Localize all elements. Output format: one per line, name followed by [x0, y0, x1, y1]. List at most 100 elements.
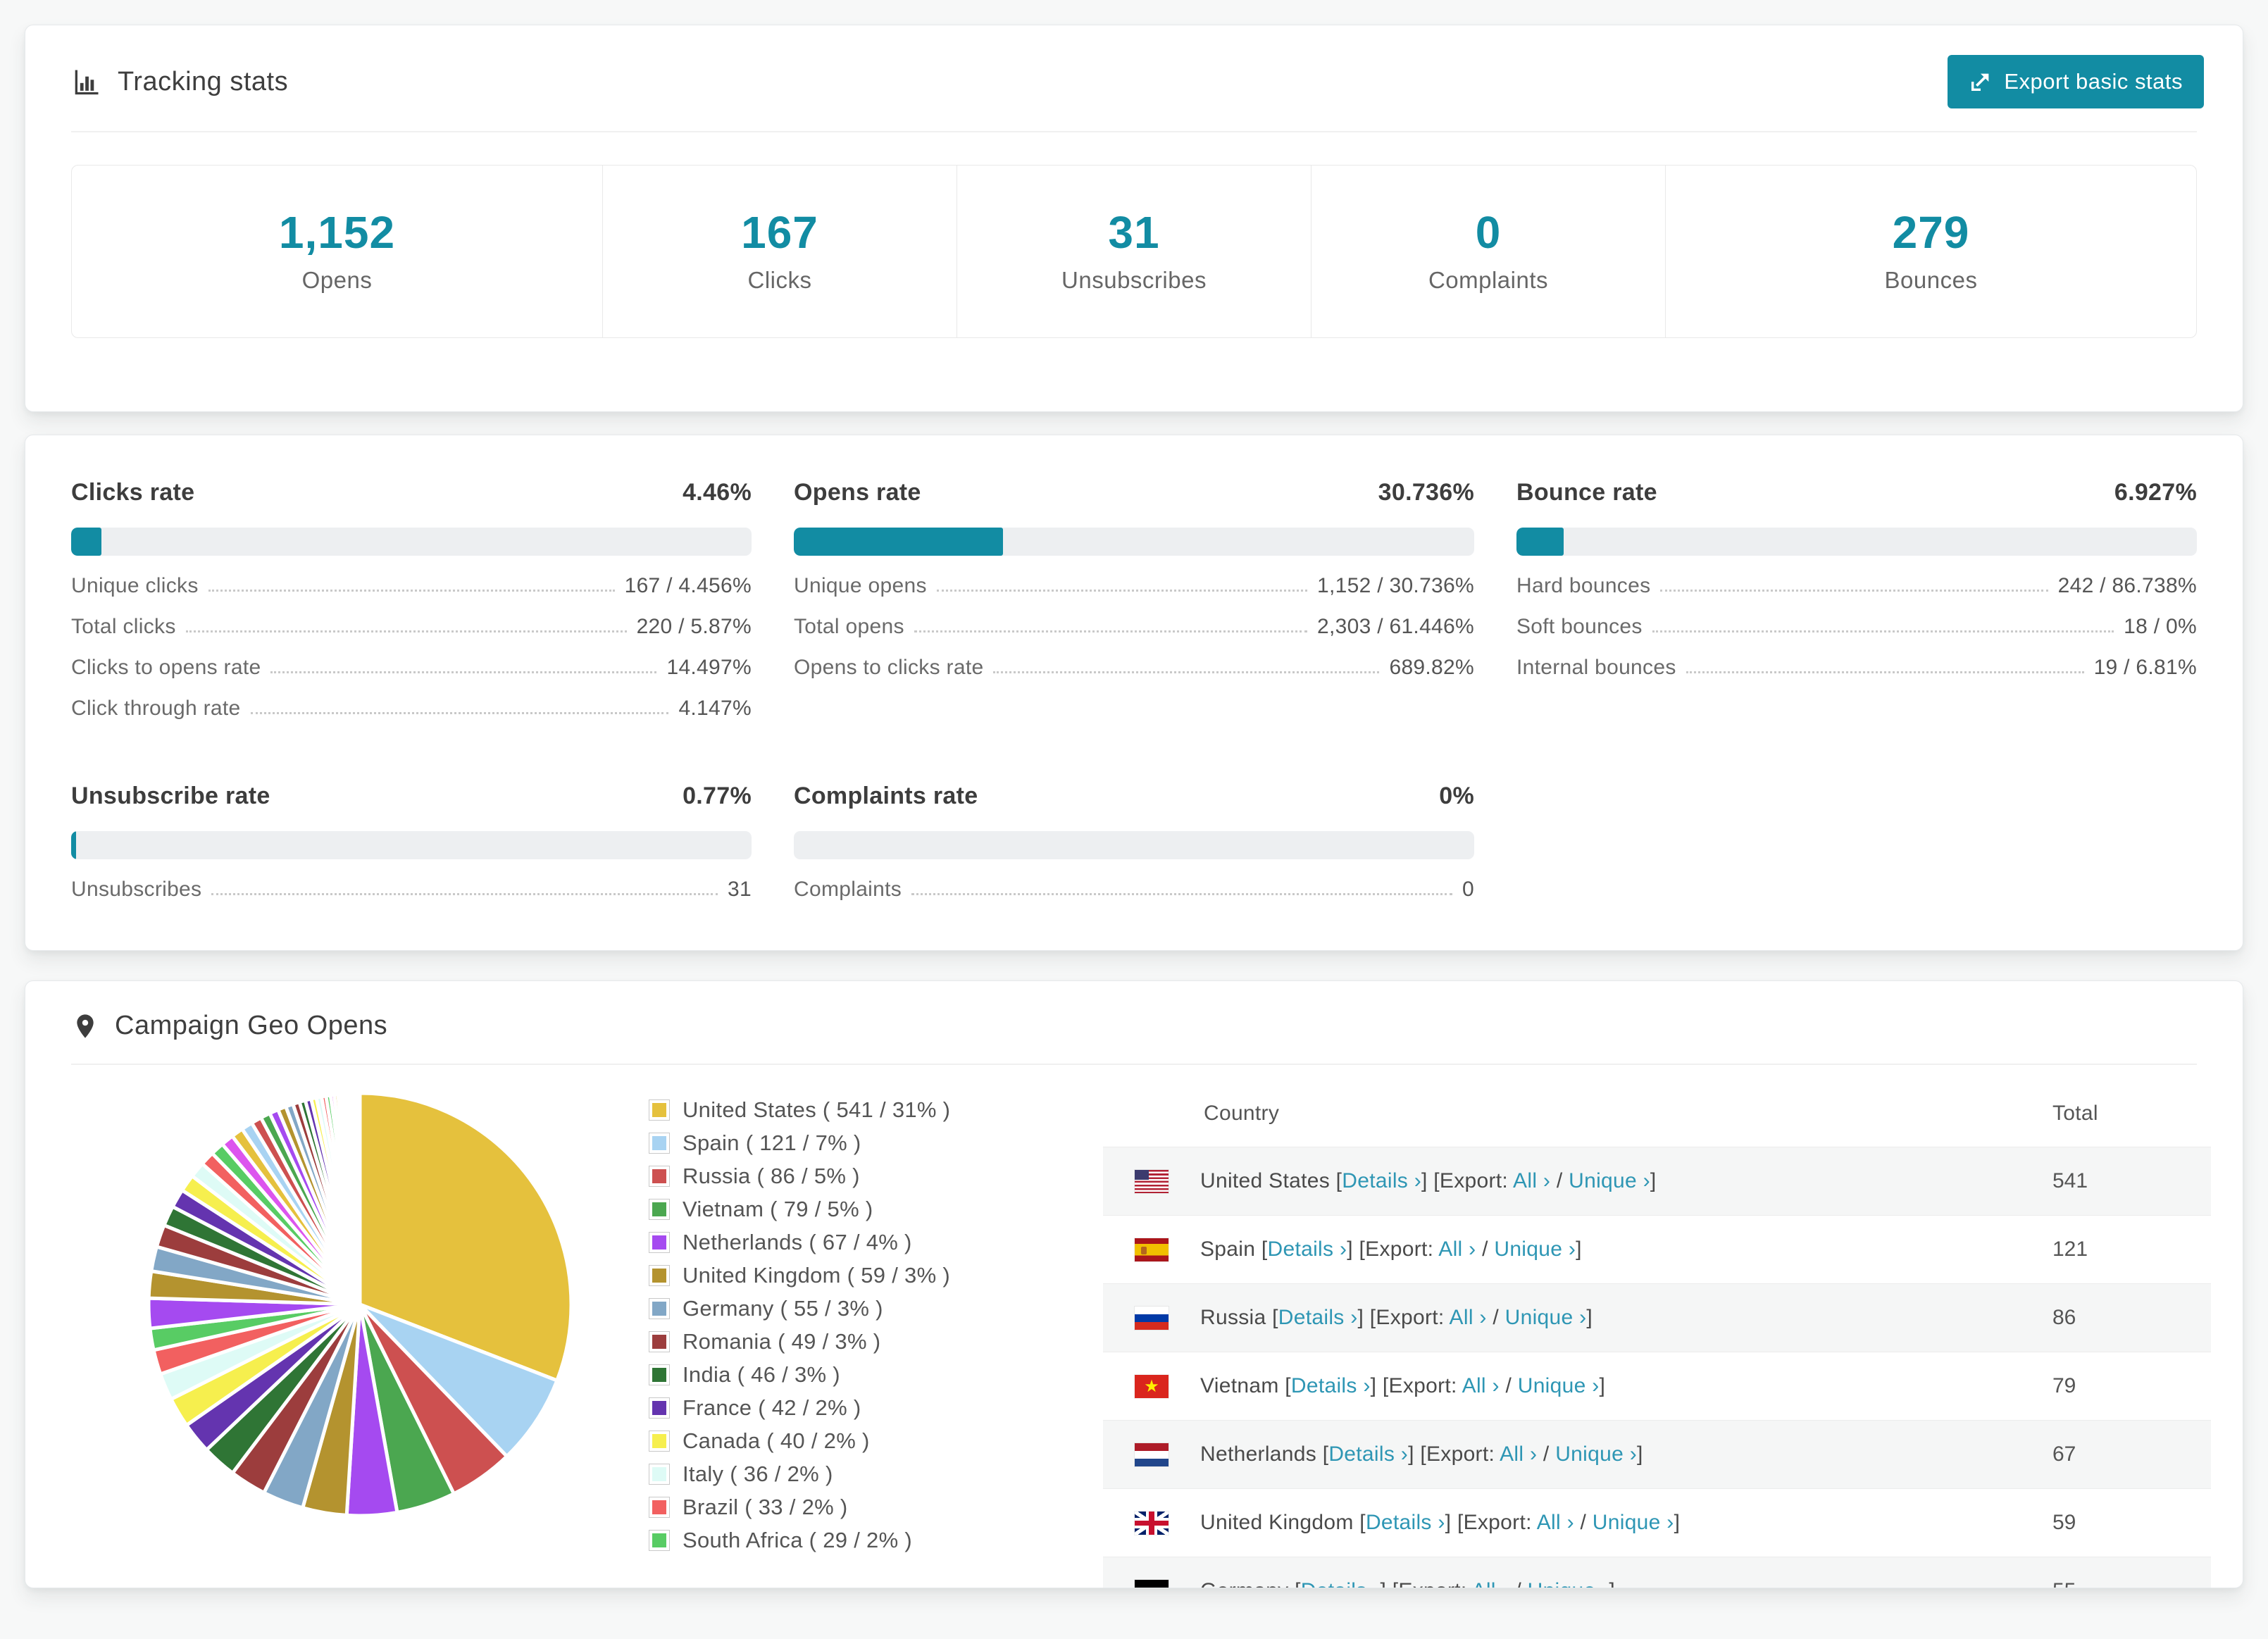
legend-label: India ( 46 / 3% ) [683, 1362, 840, 1387]
legend-swatch [649, 1199, 670, 1220]
export-all-link[interactable]: All › [1537, 1511, 1574, 1534]
legend-swatch [649, 1364, 670, 1385]
stat-box-opens: 1,152 Opens [72, 166, 602, 337]
stat-box-clicks: 167 Clicks [602, 166, 957, 337]
rate-header-bounce-rate: Bounce rate 6.927% [1516, 479, 2197, 506]
pie-slice-other-39[interactable] [357, 1091, 362, 1305]
us-flag-icon [1135, 1169, 1169, 1193]
legend-swatch [649, 1232, 670, 1253]
ru-flag-icon [1135, 1306, 1169, 1330]
details-link[interactable]: Details › [1366, 1511, 1445, 1534]
details-link[interactable]: Details › [1291, 1374, 1371, 1397]
country-name: United Kingdom [1200, 1511, 1360, 1534]
progress-track [71, 528, 752, 556]
country-cell: Germany [Details ›] [Export: All › / Uni… [1200, 1579, 2052, 1588]
export-unique-link[interactable]: Unique › [1593, 1511, 1674, 1534]
geo-table: Country Total United States [Details ›] … [1103, 1080, 2211, 1588]
rate-header-clicks-rate: Clicks rate 4.46% [71, 479, 752, 506]
rate-column-complaints-rate: Complaints rate 0% Complaints 0 [794, 783, 1474, 900]
legend-item[interactable]: Spain ( 121 / 7% ) [649, 1130, 1103, 1156]
legend-item[interactable]: Russia ( 86 / 5% ) [649, 1164, 1103, 1189]
stat-box-complaints: 0 Complaints [1311, 166, 1665, 337]
tracking-stats-title: Tracking stats [118, 66, 289, 96]
legend-item[interactable]: United States ( 541 / 31% ) [649, 1097, 1103, 1123]
country-cell: Netherlands [Details ›] [Export: All › /… [1200, 1442, 2052, 1466]
export-all-link[interactable]: All › [1472, 1579, 1509, 1588]
export-label: ] [Export: [1357, 1306, 1450, 1329]
slash-separator: / [1476, 1238, 1495, 1261]
progress-fill [794, 528, 1003, 556]
rate-detail-label: Unsubscribes [71, 878, 202, 901]
rate-detail-row: Click through rate 4.147% [71, 698, 752, 719]
progress-fill [71, 528, 102, 556]
rate-header-complaints-rate: Complaints rate 0% [794, 783, 1474, 810]
country-name: Spain [1200, 1238, 1261, 1261]
legend-item[interactable]: Vietnam ( 79 / 5% ) [649, 1197, 1103, 1222]
rate-value: 0.77% [683, 783, 752, 809]
legend-swatch [649, 1099, 670, 1121]
legend-swatch [649, 1166, 670, 1187]
export-unique-link[interactable]: Unique › [1518, 1374, 1600, 1397]
progress-track [794, 831, 1474, 859]
dotted-leader [208, 590, 615, 592]
dotted-leader [211, 893, 718, 895]
country-cell: Russia [Details ›] [Export: All › / Uniq… [1200, 1306, 2052, 1330]
table-row-es: Spain [Details ›] [Export: All › / Uniqu… [1103, 1215, 2211, 1283]
slash-separator: / [1486, 1306, 1505, 1329]
export-unique-link[interactable]: Unique › [1569, 1169, 1650, 1192]
stat-label: Complaints [1428, 267, 1549, 293]
legend-label: Germany ( 55 / 3% ) [683, 1296, 883, 1321]
legend-item[interactable]: Italy ( 36 / 2% ) [649, 1462, 1103, 1487]
rate-header-unsubscribe-rate: Unsubscribe rate 0.77% [71, 783, 752, 810]
legend-item[interactable]: Brazil ( 33 / 2% ) [649, 1495, 1103, 1520]
legend-item[interactable]: France ( 42 / 2% ) [649, 1395, 1103, 1421]
legend-item[interactable]: United Kingdom ( 59 / 3% ) [649, 1263, 1103, 1288]
legend-swatch [649, 1497, 670, 1518]
export-all-link[interactable]: All › [1500, 1442, 1537, 1466]
export-basic-stats-button[interactable]: Export basic stats [1948, 55, 2204, 108]
stat-box-bounces: 279 Bounces [1665, 166, 2196, 337]
map-pin-icon [71, 1012, 99, 1040]
export-unique-link[interactable]: Unique › [1494, 1238, 1576, 1261]
dotted-leader [1686, 671, 2084, 673]
legend-item[interactable]: Germany ( 55 / 3% ) [649, 1296, 1103, 1321]
export-all-link[interactable]: All › [1462, 1374, 1500, 1397]
details-link[interactable]: Details › [1301, 1579, 1381, 1588]
stat-label: Opens [301, 267, 373, 293]
rate-header-opens-rate: Opens rate 30.736% [794, 479, 1474, 506]
geo-opens-card: Campaign Geo Opens United States ( 541 /… [25, 980, 2243, 1588]
legend-swatch [649, 1298, 670, 1319]
details-link[interactable]: Details › [1268, 1238, 1347, 1261]
country-name: Vietnam [1200, 1374, 1285, 1397]
dotted-leader [270, 671, 657, 673]
export-all-link[interactable]: All › [1513, 1169, 1550, 1192]
legend-item[interactable]: India ( 46 / 3% ) [649, 1362, 1103, 1388]
export-all-link[interactable]: All › [1450, 1306, 1487, 1329]
legend-item[interactable]: Romania ( 49 / 3% ) [649, 1329, 1103, 1354]
progress-track [1516, 528, 2197, 556]
table-row-de: Germany [Details ›] [Export: All › / Uni… [1103, 1557, 2211, 1588]
rate-detail-value: 2,303 / 61.446% [1316, 615, 1474, 638]
export-unique-link[interactable]: Unique › [1555, 1442, 1637, 1466]
total-cell: 59 [2052, 1511, 2076, 1534]
export-all-link[interactable]: All › [1438, 1238, 1476, 1261]
stat-value: 31 [1108, 207, 1160, 258]
legend-label: Canada ( 40 / 2% ) [683, 1428, 870, 1453]
geo-pie-chart[interactable] [142, 1086, 578, 1526]
rate-detail-label: Clicks to opens rate [71, 656, 261, 679]
export-unique-link[interactable]: Unique › [1528, 1579, 1609, 1588]
stat-value: 279 [1892, 207, 1970, 258]
details-link[interactable]: Details › [1342, 1169, 1421, 1192]
export-unique-link[interactable]: Unique › [1505, 1306, 1587, 1329]
details-link[interactable]: Details › [1278, 1306, 1358, 1329]
legend-item[interactable]: Canada ( 40 / 2% ) [649, 1428, 1103, 1454]
tracking-dashboard-page: Tracking stats Export basic stats 1,152 O… [0, 25, 2268, 1588]
slash-separator: / [1537, 1442, 1556, 1466]
rate-detail-row: Total opens 2,303 / 61.446% [794, 616, 1474, 637]
legend-item[interactable]: Netherlands ( 67 / 4% ) [649, 1230, 1103, 1255]
bracket-close: ] [1576, 1238, 1582, 1261]
rate-detail-value: 1,152 / 30.736% [1316, 574, 1474, 597]
rate-detail-row: Internal bounces 19 / 6.81% [1516, 657, 2197, 678]
legend-item[interactable]: South Africa ( 29 / 2% ) [649, 1528, 1103, 1553]
details-link[interactable]: Details › [1328, 1442, 1408, 1466]
